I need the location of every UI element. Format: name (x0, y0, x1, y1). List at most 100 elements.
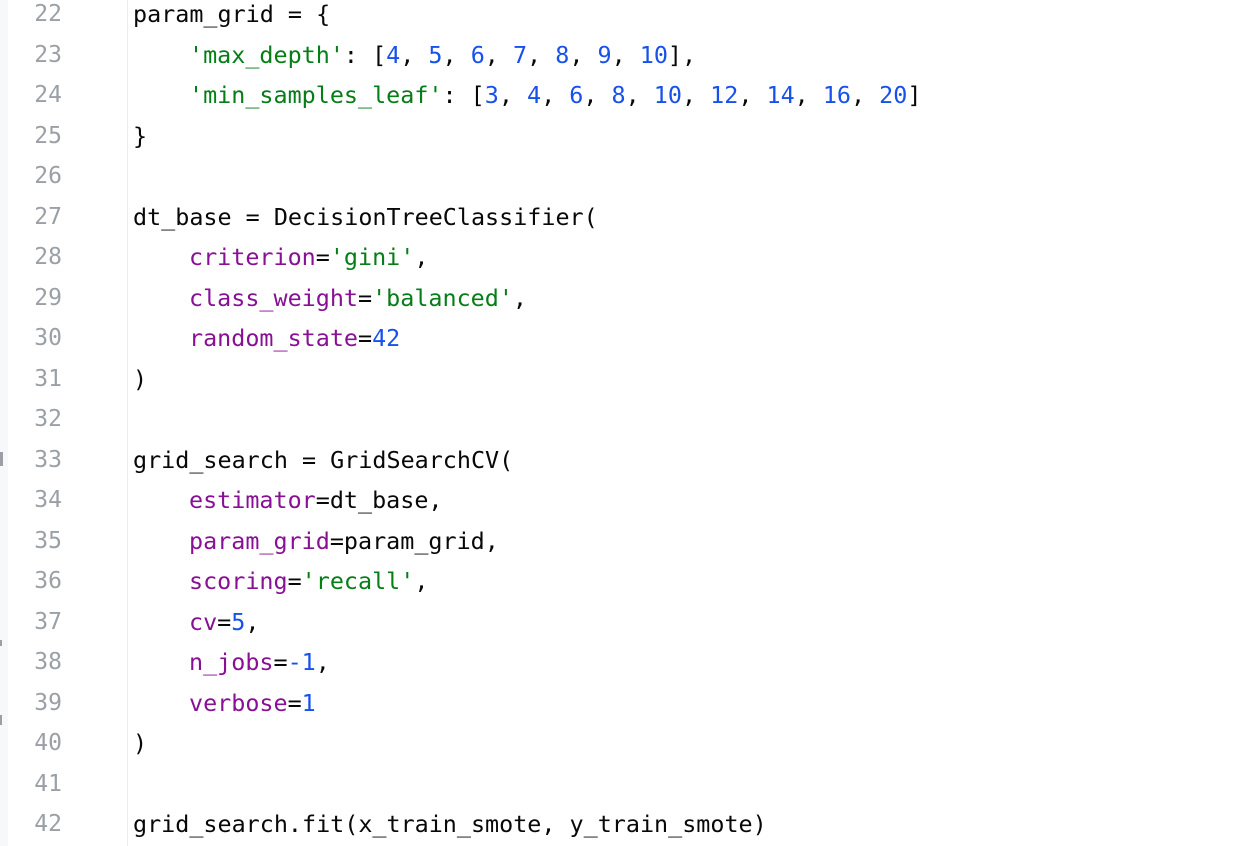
code-token: cv (189, 607, 218, 636)
code-line[interactable]: 36 scoring='recall', (34, 561, 1251, 602)
code-line[interactable]: 34 estimator=dt_base, (34, 480, 1251, 521)
code-line[interactable]: 30 random_state=42 (34, 318, 1251, 359)
code-token: : [ (442, 81, 485, 109)
left-edge-marker (0, 715, 2, 725)
code-token: 20 (879, 81, 908, 109)
code-line[interactable]: 29 class_weight='balanced', (34, 278, 1251, 319)
code-text: param_grid = { (133, 0, 330, 35)
code-token: verbose (189, 688, 288, 717)
code-token: , (498, 81, 527, 109)
left-edge-marker (0, 452, 3, 466)
code-token: , (625, 81, 654, 109)
code-text: 'min_samples_leaf': [3, 4, 6, 8, 10, 12,… (189, 75, 921, 116)
code-text: estimator=dt_base, (189, 480, 443, 521)
code-line[interactable]: 42 grid_search.fit(x_train_smote, y_train… (34, 804, 1251, 845)
line-number[interactable]: 31 (22, 359, 62, 400)
code-line[interactable]: 28 criterion='gini', (34, 237, 1251, 278)
line-number[interactable]: 33 (22, 440, 62, 481)
code-token: n_jobs (189, 648, 274, 676)
line-number[interactable]: 23 (22, 35, 62, 76)
line-number[interactable]: 22 (22, 0, 62, 35)
code-line[interactable]: 23'max_depth': [4, 5, 6, 7, 8, 9, 10], (34, 35, 1251, 76)
code-token: 8 (555, 40, 570, 69)
code-token: = (358, 283, 373, 312)
code-token: estimator (189, 486, 316, 514)
code-token: , (400, 40, 429, 69)
code-line[interactable]: 22 param_grid = { (34, 0, 1251, 35)
line-number[interactable]: 26 (22, 156, 62, 197)
line-number[interactable]: 37 (22, 602, 62, 643)
line-number[interactable]: 27 (22, 197, 62, 238)
code-line[interactable]: 39 verbose=1 (34, 683, 1251, 724)
left-panel-edge (0, 0, 8, 846)
code-token: -1 (287, 648, 316, 676)
code-token: 10 (639, 40, 668, 69)
code-token: , (414, 567, 429, 595)
code-token: 5 (231, 607, 246, 636)
code-token: 'min_samples_leaf' (189, 81, 443, 109)
left-edge-marker (0, 640, 2, 646)
code-token: , (245, 607, 260, 636)
code-token: criterion (189, 243, 316, 271)
code-token: , (527, 40, 556, 69)
line-number[interactable]: 39 (22, 683, 62, 724)
code-text: dt_base = DecisionTreeClassifier( (133, 197, 598, 238)
code-token: 8 (611, 81, 626, 109)
code-text: verbose=1 (189, 683, 316, 724)
code-text: grid_search.fit(x_train_smote, y_train_s… (133, 804, 767, 845)
code-token: , (681, 81, 711, 109)
code-area[interactable]: 22 param_grid = {23'max_depth': [4, 5, 6,… (34, 0, 1251, 846)
code-token: 5 (428, 40, 443, 69)
line-number[interactable]: 42 (22, 804, 62, 845)
code-token: param_grid = { (133, 0, 331, 28)
code-token: 7 (512, 40, 528, 69)
code-token: param_grid (189, 526, 330, 555)
code-line[interactable]: 40) (34, 723, 1251, 764)
code-token: = (315, 243, 330, 271)
code-token: 1 (301, 688, 316, 717)
code-token: = (273, 648, 288, 676)
code-line[interactable]: 35 param_grid=param_grid, (34, 521, 1251, 562)
code-line[interactable]: 25} (34, 116, 1251, 157)
code-token: 9 (597, 40, 612, 69)
code-line[interactable]: 32 (34, 399, 1251, 440)
code-line[interactable]: 26 (34, 156, 1251, 197)
code-editor[interactable]: 22 param_grid = {23'max_depth': [4, 5, 6,… (0, 0, 1251, 846)
line-number[interactable]: 35 (22, 521, 62, 562)
code-token: , (315, 648, 330, 676)
code-token: class_weight (189, 283, 358, 312)
code-token: , (583, 81, 612, 109)
code-token: 16 (822, 81, 851, 109)
line-number[interactable]: 40 (22, 723, 62, 764)
code-line[interactable]: 27 dt_base = DecisionTreeClassifier( (34, 197, 1251, 238)
code-line[interactable]: 37 cv=5, (34, 602, 1251, 643)
code-text: ) (133, 723, 147, 764)
code-token: 'max_depth' (189, 40, 344, 69)
code-token: 10 (653, 81, 682, 109)
code-text: param_grid=param_grid, (189, 521, 499, 562)
line-number[interactable]: 32 (22, 399, 62, 440)
code-token: scoring (189, 567, 288, 595)
code-token: 6 (470, 40, 485, 69)
code-line[interactable]: 24'min_samples_leaf': [3, 4, 6, 8, 10, 1… (34, 75, 1251, 116)
line-number[interactable]: 24 (22, 75, 62, 116)
code-token: =param_grid, (329, 526, 499, 555)
line-number[interactable]: 29 (22, 278, 62, 319)
code-text: class_weight='balanced', (189, 278, 527, 319)
line-number[interactable]: 30 (22, 318, 62, 359)
line-number[interactable]: 41 (22, 764, 62, 805)
code-line[interactable]: 38 n_jobs=-1, (34, 642, 1251, 683)
line-number[interactable]: 25 (22, 116, 62, 157)
line-number[interactable]: 28 (22, 237, 62, 278)
code-token: ) (133, 729, 148, 757)
line-number[interactable]: 34 (22, 480, 62, 521)
code-text: cv=5, (189, 602, 259, 643)
line-number[interactable]: 38 (22, 642, 62, 683)
code-token: = (217, 607, 232, 636)
line-number[interactable]: 36 (22, 561, 62, 602)
code-line[interactable]: 33 grid_search = GridSearchCV( (34, 440, 1251, 481)
code-line[interactable]: 31) (34, 359, 1251, 400)
code-token: , (414, 243, 429, 271)
code-line[interactable]: 41 (34, 764, 1251, 805)
code-text: 'max_depth': [4, 5, 6, 7, 8, 9, 10], (189, 35, 696, 76)
